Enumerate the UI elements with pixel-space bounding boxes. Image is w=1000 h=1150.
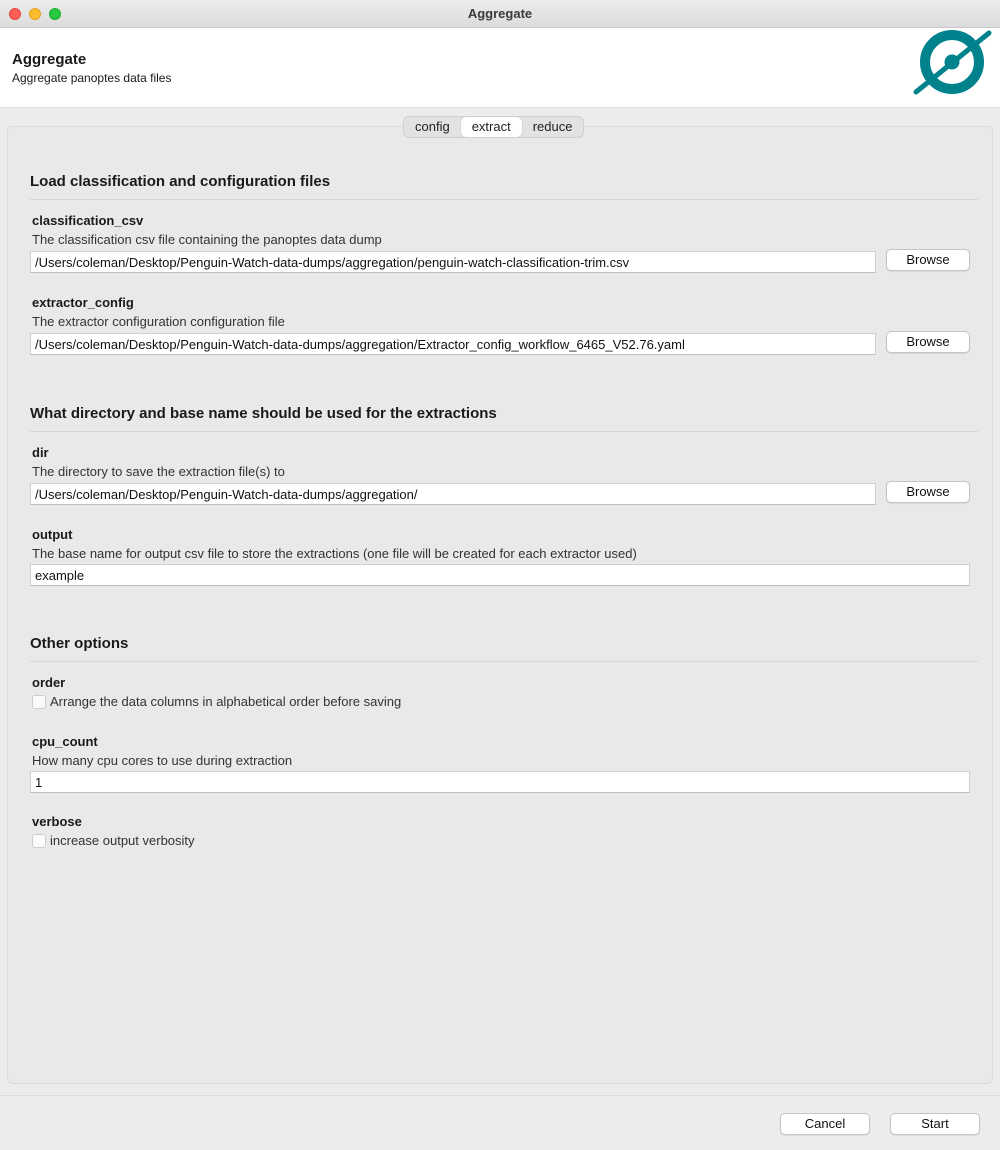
page-title: Aggregate — [12, 51, 87, 68]
dir-description: The directory to save the extraction fil… — [32, 464, 285, 479]
extractor-config-input[interactable] — [30, 333, 876, 355]
dir-input[interactable] — [30, 483, 876, 505]
start-button[interactable]: Start — [890, 1113, 980, 1135]
classification-csv-browse-button[interactable]: Browse — [886, 249, 970, 271]
tab-extract[interactable]: extract — [460, 117, 522, 137]
classification-csv-description: The classification csv file containing t… — [32, 232, 382, 247]
tab-bar: config extract reduce — [403, 116, 585, 138]
output-description: The base name for output csv file to sto… — [32, 546, 637, 561]
cpu-count-description: How many cpu cores to use during extract… — [32, 753, 293, 768]
extractor-config-browse-button[interactable]: Browse — [886, 331, 970, 353]
order-checkbox[interactable] — [32, 695, 46, 709]
order-checkbox-label[interactable]: Arrange the data columns in alphabetical… — [50, 694, 401, 709]
panoptes-logo-icon — [913, 30, 992, 95]
tab-reduce[interactable]: reduce — [522, 117, 584, 137]
app-header: Aggregate Aggregate panoptes data files — [0, 28, 1000, 108]
extractor-config-label: extractor_config — [32, 295, 134, 310]
classification-csv-label: classification_csv — [32, 213, 144, 228]
aggregate-window: Aggregate Aggregate Aggregate panoptes d… — [0, 0, 1000, 1150]
verbose-checkbox[interactable] — [32, 834, 46, 848]
dir-browse-button[interactable]: Browse — [886, 481, 970, 503]
tab-config[interactable]: config — [404, 117, 461, 137]
cancel-button[interactable]: Cancel — [780, 1113, 870, 1135]
cpu-count-input[interactable] — [30, 771, 970, 793]
cpu-count-label: cpu_count — [32, 734, 98, 749]
output-input[interactable] — [30, 564, 970, 586]
section-divider — [30, 661, 978, 662]
extractor-config-description: The extractor configuration configuratio… — [32, 314, 285, 329]
verbose-checkbox-label[interactable]: increase output verbosity — [50, 833, 195, 848]
window-title: Aggregate — [467, 6, 533, 21]
classification-csv-input[interactable] — [30, 251, 876, 273]
dialog-footer: Cancel Start — [0, 1096, 1000, 1150]
output-label: output — [32, 527, 73, 542]
verbose-label: verbose — [32, 814, 82, 829]
section-title-load: Load classification and configuration fi… — [30, 173, 331, 190]
section-divider — [30, 199, 978, 200]
section-title-other: Other options — [30, 635, 129, 652]
section-title-dir: What directory and base name should be u… — [30, 405, 497, 422]
order-label: order — [32, 675, 66, 690]
page-subtitle: Aggregate panoptes data files — [12, 71, 172, 85]
dir-label: dir — [32, 445, 49, 460]
title-bar: Aggregate — [0, 0, 1000, 28]
section-divider — [30, 431, 978, 432]
